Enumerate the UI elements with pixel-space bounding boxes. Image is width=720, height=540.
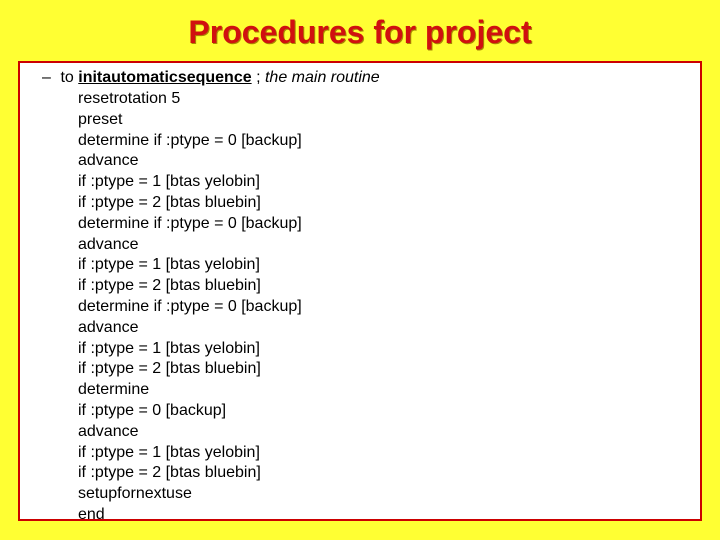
procedure-header: – to initautomaticsequence ; the main ro… (42, 69, 690, 87)
procedure-body: resetrotation 5 preset determine if :pty… (78, 89, 690, 526)
code-block: – to initautomaticsequence ; the main ro… (18, 61, 702, 521)
procedure-comment: the main routine (265, 69, 380, 86)
page-title: Procedures for project (0, 0, 720, 61)
to-keyword: to (60, 69, 78, 86)
bullet-dash: – (42, 69, 56, 87)
separator: ; (252, 69, 265, 86)
procedure-name: initautomaticsequence (78, 69, 251, 86)
